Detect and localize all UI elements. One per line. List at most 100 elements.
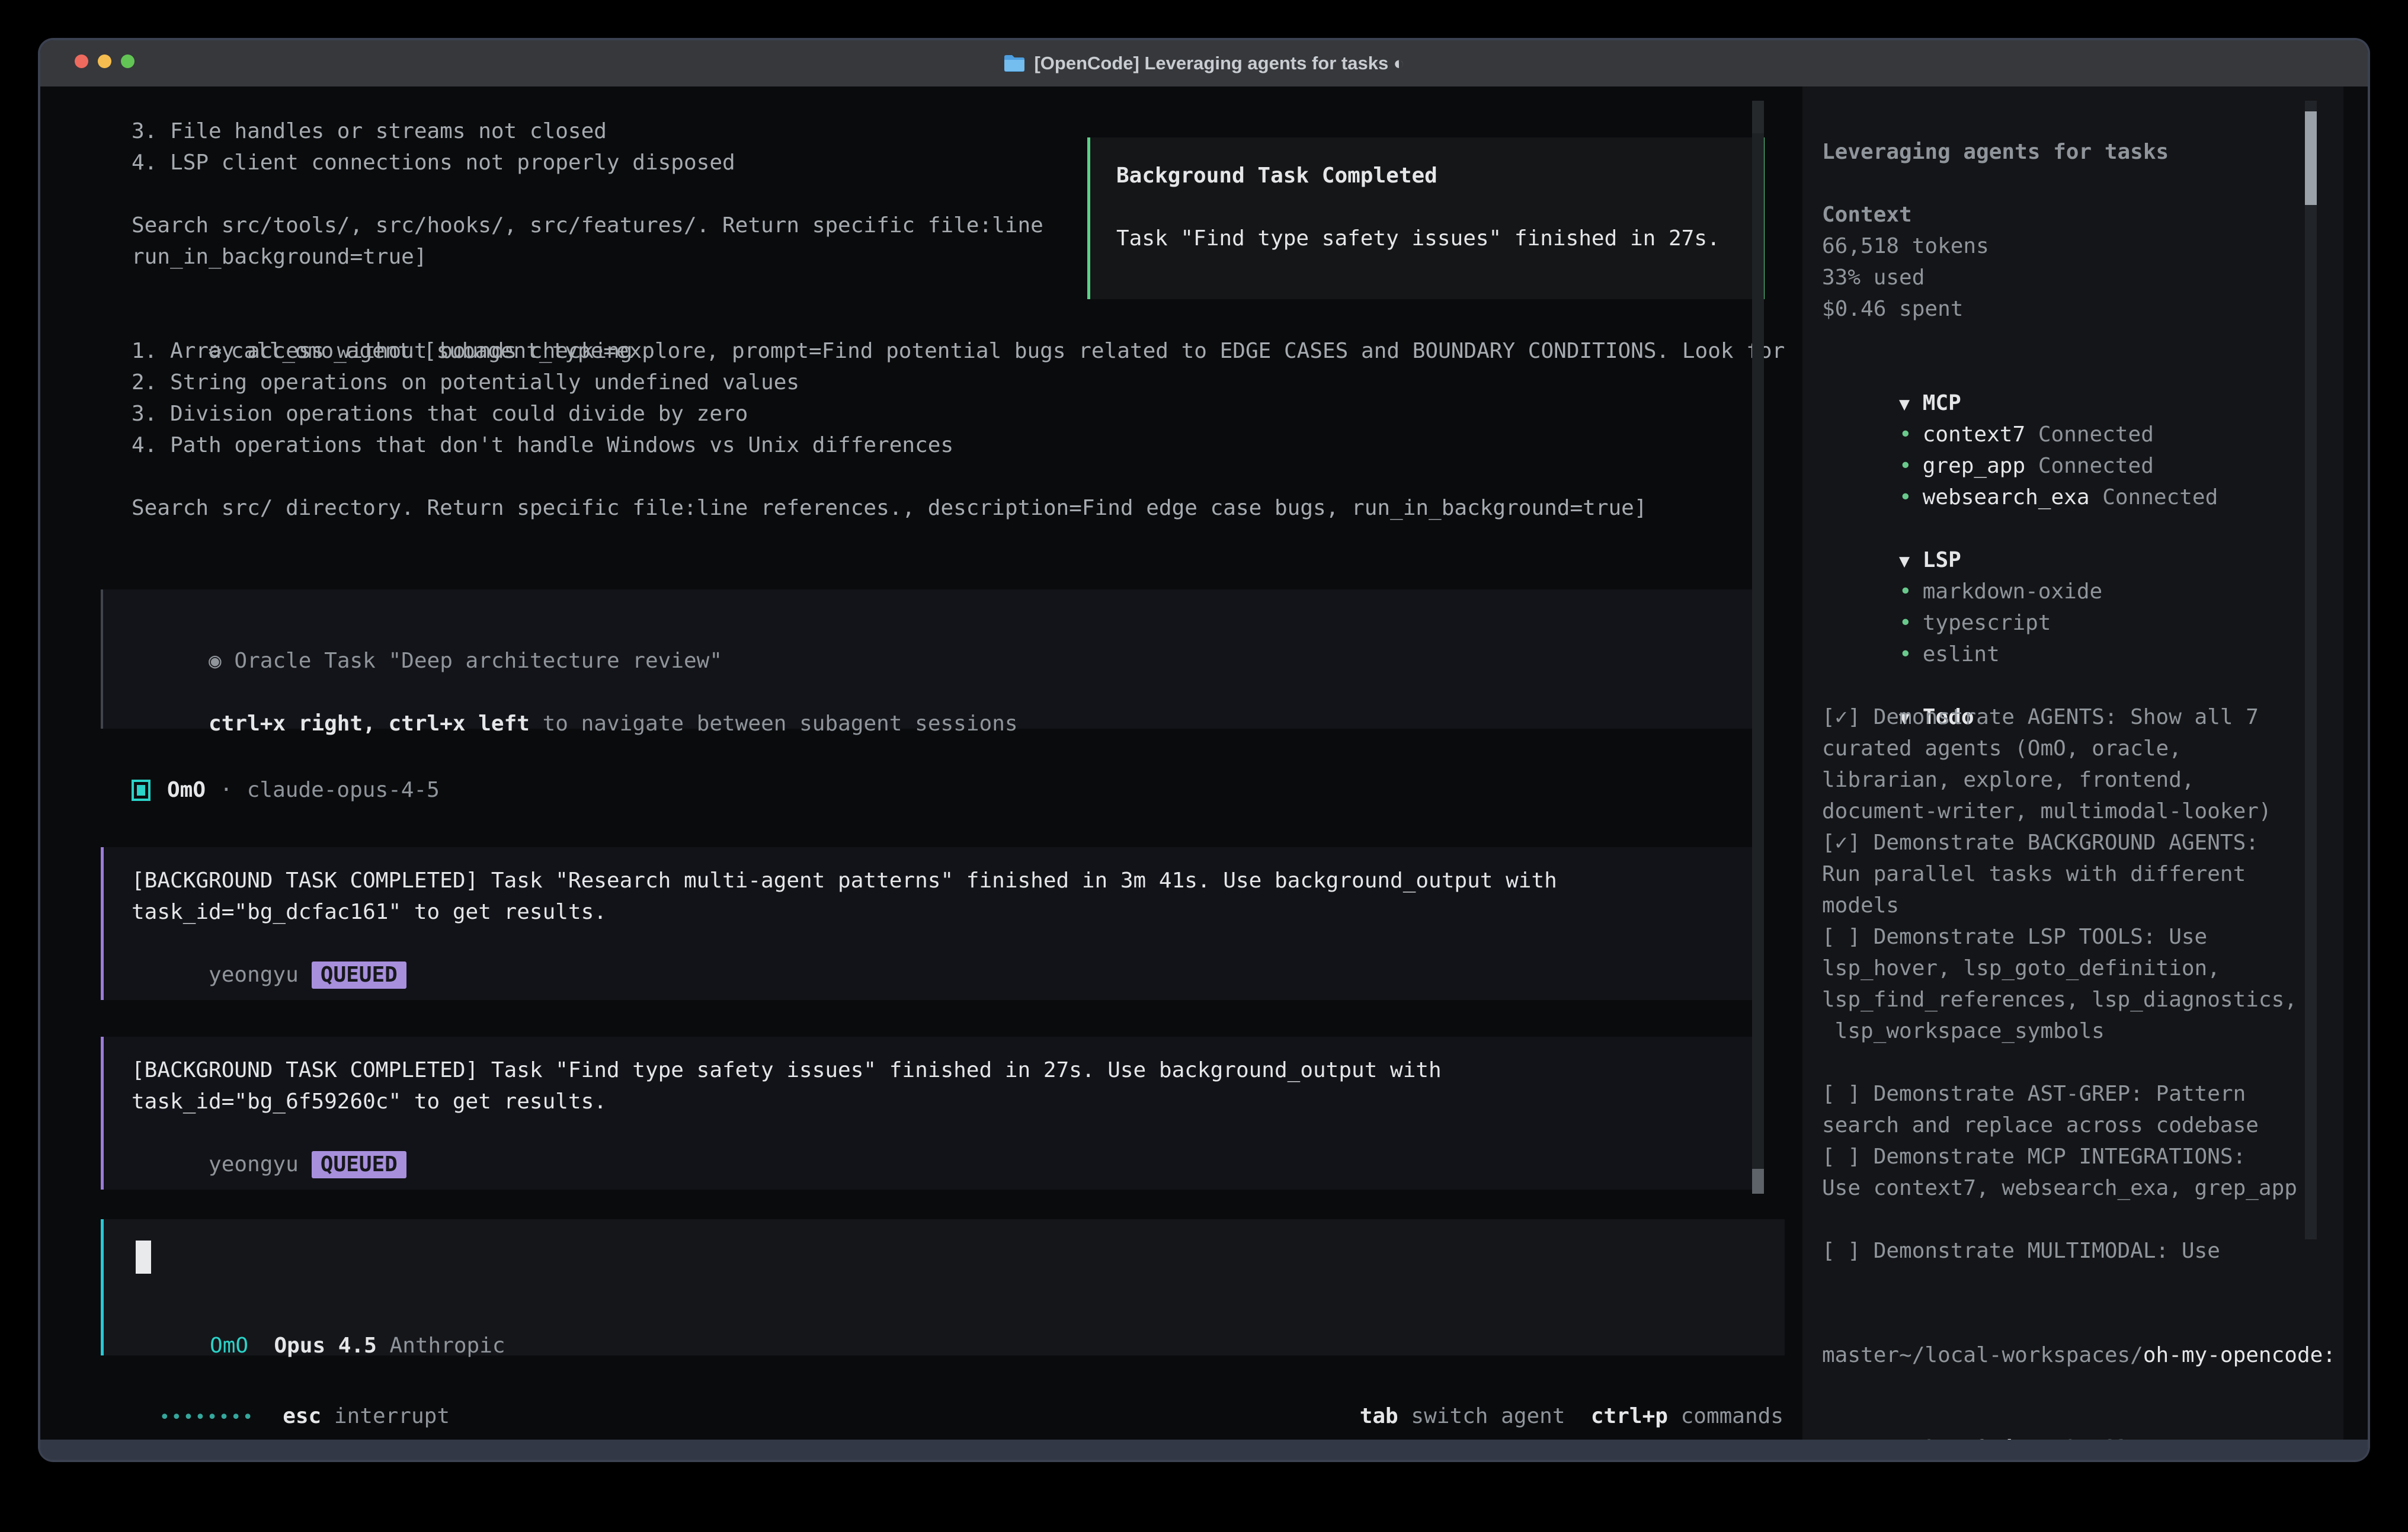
todo-line-pending: [ ] Demonstrate AST-GREP: Pattern: [1822, 1078, 2343, 1110]
oracle-icon: ◉: [209, 649, 222, 673]
main-scrollbar-segment: [1752, 101, 1764, 133]
mcp-status: Connected: [2038, 454, 2154, 478]
scrollback-line: 3. Division operations that could divide…: [132, 398, 1785, 430]
task-message: [BACKGROUND TASK COMPLETED] Task "Find t…: [101, 1037, 1754, 1190]
esc-key-hint: esc: [283, 1404, 321, 1428]
mcp-name: grep_app: [1923, 454, 2025, 478]
task-meta-line: yeongyuQUEUED: [132, 1117, 1754, 1149]
todo-line-done: librarian, explore, frontend,: [1822, 764, 2343, 796]
session-title: Leveraging agents for tasks: [1822, 136, 2343, 168]
text-cursor: [136, 1241, 151, 1274]
input-model[interactable]: Opus 4.5: [274, 1334, 376, 1358]
todo-line-pending: [ ] Demonstrate MCP INTEGRATIONS:: [1822, 1141, 2343, 1172]
lsp-name: markdown-oxide: [1923, 579, 2102, 604]
status-dot-icon: •: [1899, 485, 1912, 509]
blank-line: [1116, 191, 1762, 223]
titlebar: [OpenCode] Leveraging agents for tasks ◐: [40, 40, 2368, 86]
todo-line-done: curated agents (OmO, oracle,: [1822, 733, 2343, 764]
agent-name: OmO: [167, 774, 206, 806]
lsp-name: typescript: [1923, 611, 2051, 635]
task-line1: [BACKGROUND TASK COMPLETED] Task "Find t…: [132, 1055, 1754, 1086]
lsp-name: eslint: [1923, 642, 2000, 666]
agent-model: claude-opus-4-5: [247, 774, 440, 806]
task-line1: [BACKGROUND TASK COMPLETED] Task "Resear…: [132, 865, 1754, 896]
path-prefix: ~/local-workspaces/: [1899, 1343, 2143, 1367]
task-meta-line: yeongyuQUEUED: [132, 928, 1754, 959]
todo-line-pending: search and replace across codebase: [1822, 1110, 2343, 1141]
todo-line-active: lsp_workspace_symbols: [1822, 1015, 2343, 1047]
scrollback-line: Search src/ directory. Return specific f…: [132, 492, 1785, 524]
agent-session-header[interactable]: OmO · claude-opus-4-5: [132, 774, 440, 806]
scrollback-line: 2. String operations on potentially unde…: [132, 367, 1785, 398]
window-title: [OpenCode] Leveraging agents for tasks ◐: [1034, 53, 1404, 74]
todo-line-pending: Use context7, websearch_exa, grep_app: [1822, 1172, 2343, 1204]
oracle-title: Oracle Task "Deep architecture review": [234, 649, 722, 673]
oracle-hint-line: ctrl+x right, ctrl+x left to navigate be…: [132, 677, 1754, 708]
lsp-heading-label: LSP: [1923, 548, 1961, 572]
lsp-section-heading[interactable]: ▼ LSP: [1822, 513, 2343, 544]
commands-label: commands: [1681, 1404, 1783, 1428]
oracle-task-banner: ◉ Oracle Task "Deep architecture review"…: [101, 589, 1754, 729]
shortcut-key: ctrl+x left: [389, 711, 530, 736]
oracle-title-line: ◉ Oracle Task "Deep architecture review": [132, 614, 1754, 645]
blank-line: [132, 461, 1785, 492]
todo-line-active: [ ] Demonstrate LSP TOOLS: Use: [1822, 921, 2343, 953]
context-used: 33% used: [1822, 262, 2343, 293]
oracle-hint-text: to navigate between subagent sessions: [543, 711, 1018, 736]
todo-line-done: document-writer, multimodal-looker): [1822, 796, 2343, 827]
tool-call-line: ⚙call_omo_agent [subagent_type=explore, …: [132, 304, 1785, 335]
status-dot-icon: •: [1899, 454, 1912, 478]
interrupt-label: interrupt: [334, 1404, 450, 1428]
status-dot-icon: •: [1899, 642, 1912, 666]
workspace-path: ~/local-workspaces/oh-my-opencode:: [1822, 1308, 2343, 1339]
ctrlp-key-hint: ctrl+p: [1591, 1404, 1668, 1428]
separator-dot: ·: [220, 774, 233, 806]
switch-agent-label: switch agent: [1411, 1404, 1565, 1428]
task-line2: task_id="bg_dcfac161" to get results.: [132, 896, 1754, 928]
todo-line-done: models: [1822, 890, 2343, 921]
collapse-triangle-icon: ▼: [1899, 551, 1910, 572]
window-title-row: [OpenCode] Leveraging agents for tasks ◐: [40, 40, 2368, 86]
task-line2: task_id="bg_6f59260c" to get results.: [132, 1086, 1754, 1117]
tab-key-hint: tab: [1360, 1404, 1398, 1428]
context-heading: Context: [1822, 199, 2343, 230]
status-dot-icon: •: [1899, 422, 1912, 447]
task-user: yeongyu: [209, 1152, 299, 1177]
mcp-section-heading[interactable]: ▼ MCP: [1822, 356, 2343, 387]
queued-badge: QUEUED: [312, 961, 406, 989]
mcp-status: Connected: [2038, 422, 2154, 447]
todo-line-active: lsp_find_references, lsp_diagnostics,: [1822, 984, 2343, 1015]
agent-checkbox-icon: [132, 780, 150, 801]
folder-icon: [1003, 54, 1026, 73]
notification-title: Background Task Completed: [1116, 160, 1762, 191]
notification-toast[interactable]: Background Task Completed Task "Find typ…: [1087, 137, 1765, 299]
todo-line-done: Run parallel tasks with different: [1822, 858, 2343, 890]
queued-badge: QUEUED: [312, 1151, 406, 1178]
path-repo: oh-my-opencode:: [2143, 1343, 2336, 1367]
scrollback-line: 4. Path operations that don't handle Win…: [132, 430, 1785, 461]
collapse-triangle-icon: ▼: [1899, 394, 1910, 415]
mcp-status: Connected: [2102, 485, 2218, 509]
spinner-dots-icon: ••••••••: [159, 1407, 255, 1428]
opencode-version-line: •OpenCode 1.0.163: [1822, 1401, 2343, 1432]
shortcut-key: ctrl+x right,: [209, 711, 376, 736]
sidebar-content: Leveraging agents for tasks Context 66,5…: [1802, 127, 2343, 1432]
notification-body: Task "Find type safety issues" finished …: [1116, 223, 1762, 254]
main-scrollbar-track[interactable]: [1752, 101, 1764, 1194]
input-agent-name[interactable]: OmO: [210, 1334, 248, 1358]
todo-section-heading[interactable]: ▼ Todo: [1822, 670, 2343, 701]
status-dot-icon: •: [1899, 579, 1912, 604]
prompt-input[interactable]: OmO Opus 4.5 Anthropic: [101, 1219, 1785, 1355]
mcp-heading-label: MCP: [1923, 391, 1961, 415]
opencode-window: [OpenCode] Leveraging agents for tasks ◐…: [40, 40, 2368, 1460]
todo-line-pending: [ ] Demonstrate MULTIMODAL: Use: [1822, 1235, 2343, 1267]
window-bottom-frame: [40, 1440, 2368, 1460]
mcp-name: context7: [1923, 422, 2025, 447]
input-provider: Anthropic: [390, 1334, 505, 1358]
main-scrollbar-thumb[interactable]: [1752, 1169, 1764, 1194]
context-tokens: 66,518 tokens: [1822, 230, 2343, 262]
status-dot-icon: •: [1899, 611, 1912, 635]
todo-line-done: [✓] Demonstrate BACKGROUND AGENTS:: [1822, 827, 2343, 858]
todo-line-done: [✓] Demonstrate AGENTS: Show all 7: [1822, 701, 2343, 733]
task-user: yeongyu: [209, 963, 299, 987]
